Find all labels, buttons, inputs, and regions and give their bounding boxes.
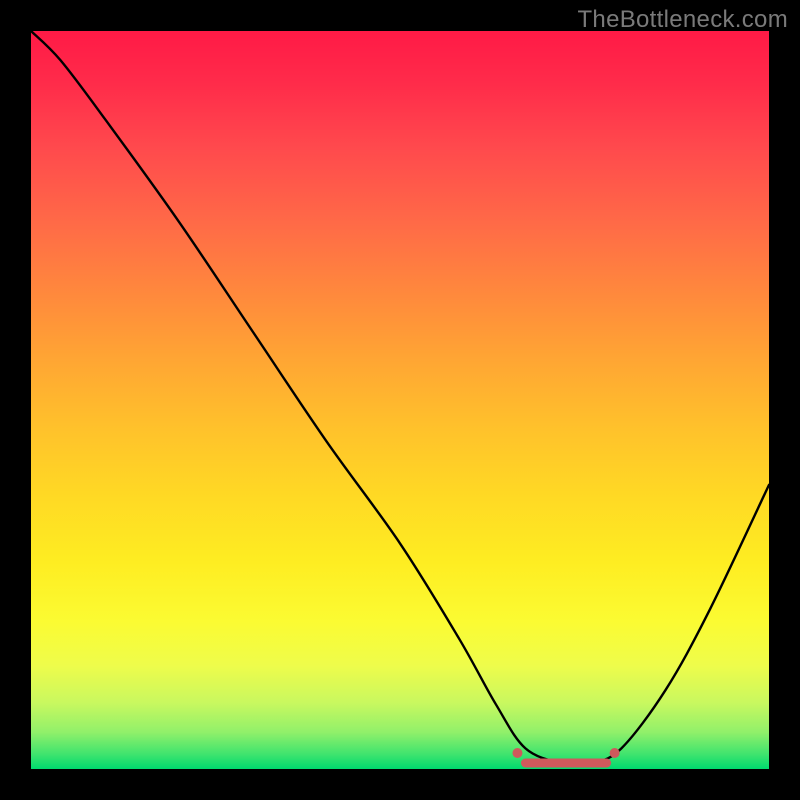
flat-end-left bbox=[512, 748, 522, 758]
chart-frame: TheBottleneck.com bbox=[0, 0, 800, 800]
watermark-text: TheBottleneck.com bbox=[577, 6, 788, 34]
curve-path bbox=[31, 31, 769, 765]
bottleneck-curve bbox=[31, 31, 769, 769]
flat-end-right bbox=[610, 748, 620, 758]
plot-area bbox=[31, 31, 769, 769]
